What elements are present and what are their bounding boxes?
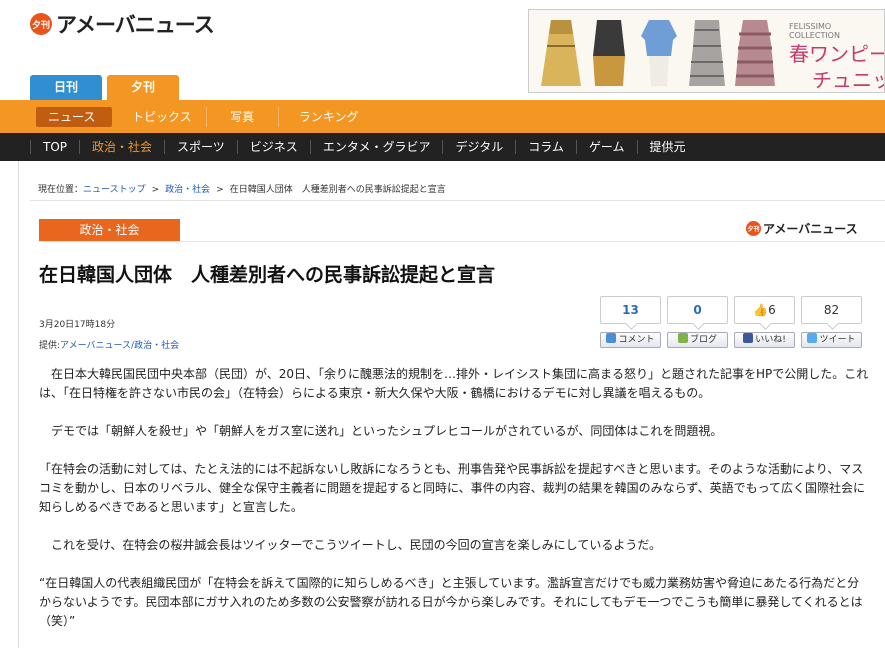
facebook-like-button[interactable]: いいね! (734, 332, 795, 348)
comment-button-label: コメント (618, 335, 655, 345)
divider (39, 241, 885, 242)
blog-button-label: ブログ (689, 335, 717, 345)
like-button-label: いいね! (755, 335, 786, 345)
blog-button[interactable]: ブログ (667, 332, 728, 348)
site-logo[interactable]: 夕刊 アメーバニュース (30, 9, 215, 39)
edition-tabs: 日刊 夕刊 (30, 75, 184, 101)
nav-topics[interactable]: トピックス (118, 107, 207, 127)
logo-text: アメーバニュース (56, 13, 215, 37)
article-logo-text: アメーバニュース (763, 222, 858, 236)
article-logo: 夕刊 アメーバニュース (746, 220, 858, 237)
dress-image-1 (541, 20, 581, 86)
article-body: 在日本大韓民国民団中央本部（民団）が、20日、「余りに醜悪法的規制を…排外・レイ… (39, 365, 869, 648)
source-label: 提供: (39, 341, 61, 351)
article-source: 提供:アメーバニュース/政治・社会 (39, 338, 179, 351)
category-label[interactable]: 政治・社会 (39, 219, 180, 241)
breadcrumb-sep: > (216, 185, 224, 195)
primary-nav: ニュース トピックス 写真 ランキング (36, 107, 379, 127)
cat-entertainment[interactable]: エンタメ・グラビア (309, 140, 443, 154)
comment-button[interactable]: コメント (600, 332, 661, 348)
article-logo-badge: 夕刊 (746, 221, 761, 236)
blog-count: 0 (667, 296, 728, 324)
ad-headline-1: 春ワンピー (789, 42, 885, 66)
breadcrumb: 現在位置：ニューストップ > 政治・社会 > 在日韓国人団体 人種差別者への民事訴訟提起… (38, 182, 446, 195)
share-twitter: 82 ツイート (801, 296, 862, 348)
ad-banner[interactable]: FELISSIMO COLLECTION 春ワンピー チュニッ (528, 9, 885, 93)
cat-column[interactable]: コラム (515, 140, 576, 154)
twitter-bird-icon (807, 333, 818, 343)
logo-badge: 夕刊 (30, 13, 52, 35)
nav-ranking[interactable]: ランキング (279, 107, 379, 127)
cat-business[interactable]: ビジネス (236, 140, 310, 154)
tab-morning-edition[interactable]: 日刊 (30, 75, 102, 100)
like-count: 👍6 (734, 296, 795, 324)
article-title: 在日韓国人団体 人種差別者への民事訴訟提起と宣言 (39, 264, 496, 286)
pencil-icon (677, 333, 688, 343)
article-paragraph: デモでは「朝鮮人を殺せ」や「朝鮮人をガス室に送れ」といったシュプレヒコールがされ… (51, 424, 723, 438)
tab-evening-edition[interactable]: 夕刊 (107, 75, 179, 101)
facebook-icon (743, 333, 754, 343)
cat-top[interactable]: TOP (30, 140, 79, 154)
nav-news[interactable]: ニュース (36, 107, 112, 127)
cat-politics-society[interactable]: 政治・社会 (79, 140, 164, 154)
article-paragraph: 在日本大韓民国民団中央本部（民団）が、20日、「余りに醜悪法的規制を…排外・レイ… (39, 367, 869, 400)
cat-sports[interactable]: スポーツ (164, 140, 237, 154)
tweet-button-label: ツイート (819, 335, 856, 345)
breadcrumb-current: 在日韓国人団体 人種差別者への民事訴訟提起と宣言 (229, 185, 446, 195)
site-header: 夕刊 アメーバニュース FELISSIMO COLLECTION 春ワンピー チ… (0, 0, 885, 101)
tweet-button[interactable]: ツイート (801, 332, 862, 348)
share-blog: 0 ブログ (667, 296, 728, 348)
cat-digital[interactable]: デジタル (442, 140, 515, 154)
breadcrumb-sep: > (151, 185, 160, 195)
dress-image-3 (641, 20, 677, 86)
breadcrumb-politics[interactable]: 政治・社会 (165, 185, 210, 195)
ad-headline-2: チュニッ (812, 68, 885, 92)
cat-game[interactable]: ゲーム (575, 140, 637, 154)
breadcrumb-prefix: 現在位置： (38, 185, 84, 195)
article-paragraph: これを受け、在特会の桜井誠会長はツイッターでこうツイートし、民団の今回の宣言を楽… (51, 538, 661, 552)
speech-bubble-icon (606, 333, 617, 343)
share-widgets: 13 コメント 0 ブログ 👍6 いいね! 82 ツイート (600, 296, 868, 348)
dress-image-4 (689, 20, 725, 86)
tweet-count: 82 (801, 296, 862, 324)
category-nav: TOP 政治・社会 スポーツ ビジネス エンタメ・グラビア デジタル コラム ゲ… (30, 133, 698, 161)
article-paragraph: “在日韓国人の代表組織民団が「在特会を訴えて国際的に知らしめるべき」と主張してい… (39, 576, 863, 628)
dress-image-5 (735, 20, 775, 86)
article-date: 3月20日17時18分 (39, 320, 116, 330)
nav-photos[interactable]: 写真 (207, 107, 279, 127)
source-link[interactable]: アメーバニュース/政治・社会 (60, 341, 179, 351)
like-count-value: 6 (768, 303, 776, 317)
share-comment: 13 コメント (600, 296, 661, 348)
divider (30, 200, 885, 201)
comment-count: 13 (600, 296, 661, 324)
dress-image-2 (593, 20, 625, 86)
cat-providers[interactable]: 提供元 (636, 140, 698, 154)
breadcrumb-news-top[interactable]: ニューストップ (83, 185, 146, 195)
article-paragraph: 「在特会の活動に対しては、たとえ法的には不起訴ないし敗訴になろうとも、刑事告発や… (39, 462, 865, 514)
share-facebook: 👍6 いいね! (734, 296, 795, 348)
thumbs-up-icon: 👍 (753, 303, 769, 317)
